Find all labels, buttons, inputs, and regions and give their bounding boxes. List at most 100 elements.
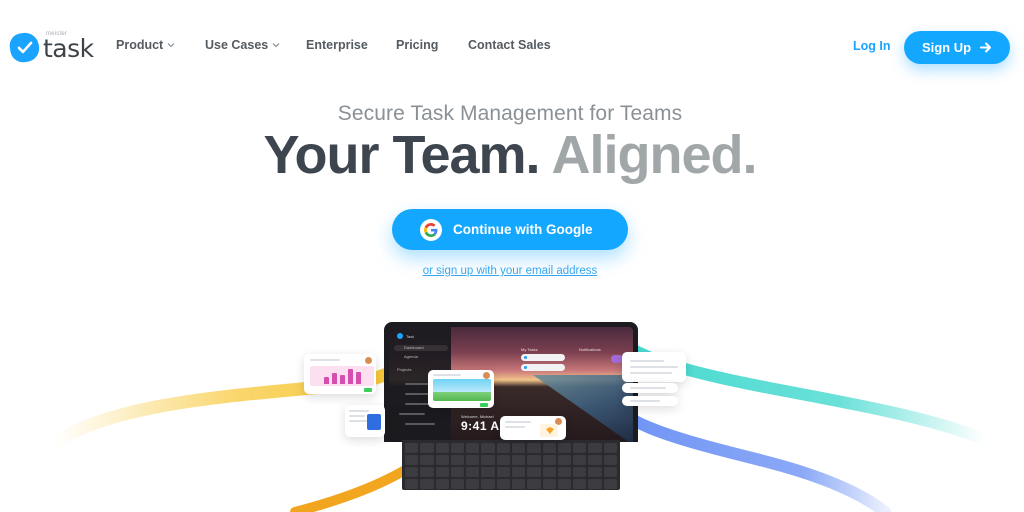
- keyboard-key: [542, 455, 556, 465]
- status-tag: [480, 403, 488, 407]
- signup-button[interactable]: Sign Up: [904, 31, 1010, 64]
- keyboard-key: [481, 455, 495, 465]
- sidebar-item-agenda: Agenda: [404, 354, 418, 359]
- headline-dark: Your Team.: [263, 125, 540, 185]
- login-link[interactable]: Log In: [853, 39, 891, 53]
- app-brand-label: Task: [406, 333, 415, 339]
- keyboard-key: [573, 467, 587, 477]
- keyboard-key: [481, 479, 495, 489]
- widget-my-tasks-label: My Tasks: [521, 347, 538, 352]
- keyboard-key: [527, 455, 541, 465]
- sketch-card: [500, 416, 566, 440]
- keyboard-key: [435, 455, 449, 465]
- keyboard-key: [405, 467, 419, 477]
- keyboard-key: [542, 443, 556, 453]
- nav-contact-sales-label: Contact Sales: [468, 38, 551, 52]
- site-header: meister task Product Use Cases Enterpris…: [0, 0, 1024, 92]
- keyboard-key: [557, 479, 572, 489]
- keyboard-key: [450, 443, 465, 453]
- keyboard-key: [573, 479, 587, 489]
- keyboard-key: [405, 443, 419, 453]
- keyboard-key: [496, 467, 510, 477]
- keyboard-key: [496, 443, 510, 453]
- avatar: [483, 372, 490, 379]
- keyboard-key: [435, 467, 449, 477]
- keyboard-key: [588, 467, 602, 477]
- keyboard-key: [542, 479, 556, 489]
- keyboard-key: [435, 479, 449, 489]
- nav-pricing-label: Pricing: [396, 38, 439, 52]
- keyboard-key: [511, 443, 526, 453]
- keyboard-key: [573, 443, 587, 453]
- keyboard-key: [466, 443, 480, 453]
- keyboard-key: [527, 443, 541, 453]
- hero-subtitle: Secure Task Management for Teams: [337, 102, 683, 125]
- nav-use-cases[interactable]: Use Cases: [205, 38, 280, 52]
- dropbox-icon: [367, 414, 381, 430]
- chevron-down-icon: [272, 43, 280, 48]
- nav-pricing[interactable]: Pricing: [396, 38, 438, 52]
- sidebar-item-dashboard: Dashboard: [394, 345, 448, 351]
- avatar: [365, 357, 372, 364]
- keyboard-key: [542, 467, 556, 477]
- keyboard-key: [466, 455, 480, 465]
- nav-product-label: Product: [116, 38, 164, 52]
- keyboard-key: [466, 479, 480, 489]
- sidebar-section-projects: Projects: [397, 367, 412, 372]
- headline-light: Aligned.: [551, 125, 758, 185]
- mini-bar: [355, 372, 361, 384]
- hero-headline: Your Team. Aligned.: [0, 124, 1020, 186]
- continue-with-google-button[interactable]: Continue with Google: [392, 209, 628, 250]
- nav-enterprise-label: Enterprise: [306, 38, 368, 52]
- keyboard: [402, 440, 620, 490]
- status-tag: [364, 388, 372, 392]
- widget-notifications-label: Notifications: [579, 347, 601, 352]
- continue-with-google-label: Continue with Google: [453, 222, 593, 237]
- task-pill: [521, 354, 565, 361]
- logo-name: task: [43, 34, 94, 63]
- keyboard-key: [420, 479, 434, 489]
- keyboard-key: [588, 443, 602, 453]
- keyboard-key: [496, 479, 510, 489]
- keyboard-key: [588, 479, 602, 489]
- keyboard-key: [603, 479, 617, 489]
- mini-bar: [323, 377, 329, 384]
- keyboard-key: [588, 455, 602, 465]
- google-g-icon: [420, 218, 442, 241]
- arrow-right-icon: [980, 42, 992, 53]
- mini-bar: [339, 375, 345, 384]
- mini-bar-chart: [310, 366, 374, 386]
- list-card: [622, 383, 678, 393]
- nav-product[interactable]: Product: [116, 38, 175, 52]
- keyboard-key: [405, 479, 419, 489]
- dropbox-card: [345, 405, 385, 437]
- sidebar-project-line: [405, 423, 435, 425]
- email-signup-link[interactable]: or sign up with your email address: [0, 265, 1020, 277]
- chevron-down-icon: [167, 43, 175, 48]
- chart-card: [304, 354, 376, 394]
- keyboard-key: [511, 479, 526, 489]
- keyboard-key: [420, 467, 434, 477]
- nav-contact-sales[interactable]: Contact Sales: [468, 38, 551, 52]
- keyboard-key: [603, 467, 617, 477]
- nav-enterprise[interactable]: Enterprise: [306, 38, 368, 52]
- keyboard-key: [450, 467, 465, 477]
- keyboard-key: [573, 455, 587, 465]
- keyboard-key: [405, 455, 419, 465]
- keyboard-key: [557, 467, 572, 477]
- keyboard-key: [527, 467, 541, 477]
- list-card: [622, 396, 678, 406]
- mini-bar: [347, 369, 353, 384]
- meistertask-logo[interactable]: meister task: [8, 30, 94, 64]
- mini-bar: [331, 373, 337, 384]
- keyboard-key: [420, 455, 434, 465]
- keyboard-key: [481, 443, 495, 453]
- keyboard-key: [557, 455, 572, 465]
- keyboard-key: [511, 455, 526, 465]
- keyboard-key: [450, 479, 465, 489]
- task-pill: [521, 364, 565, 371]
- keyboard-key: [466, 467, 480, 477]
- keyboard-key: [450, 455, 465, 465]
- keyboard-key: [420, 443, 434, 453]
- keyboard-key: [481, 467, 495, 477]
